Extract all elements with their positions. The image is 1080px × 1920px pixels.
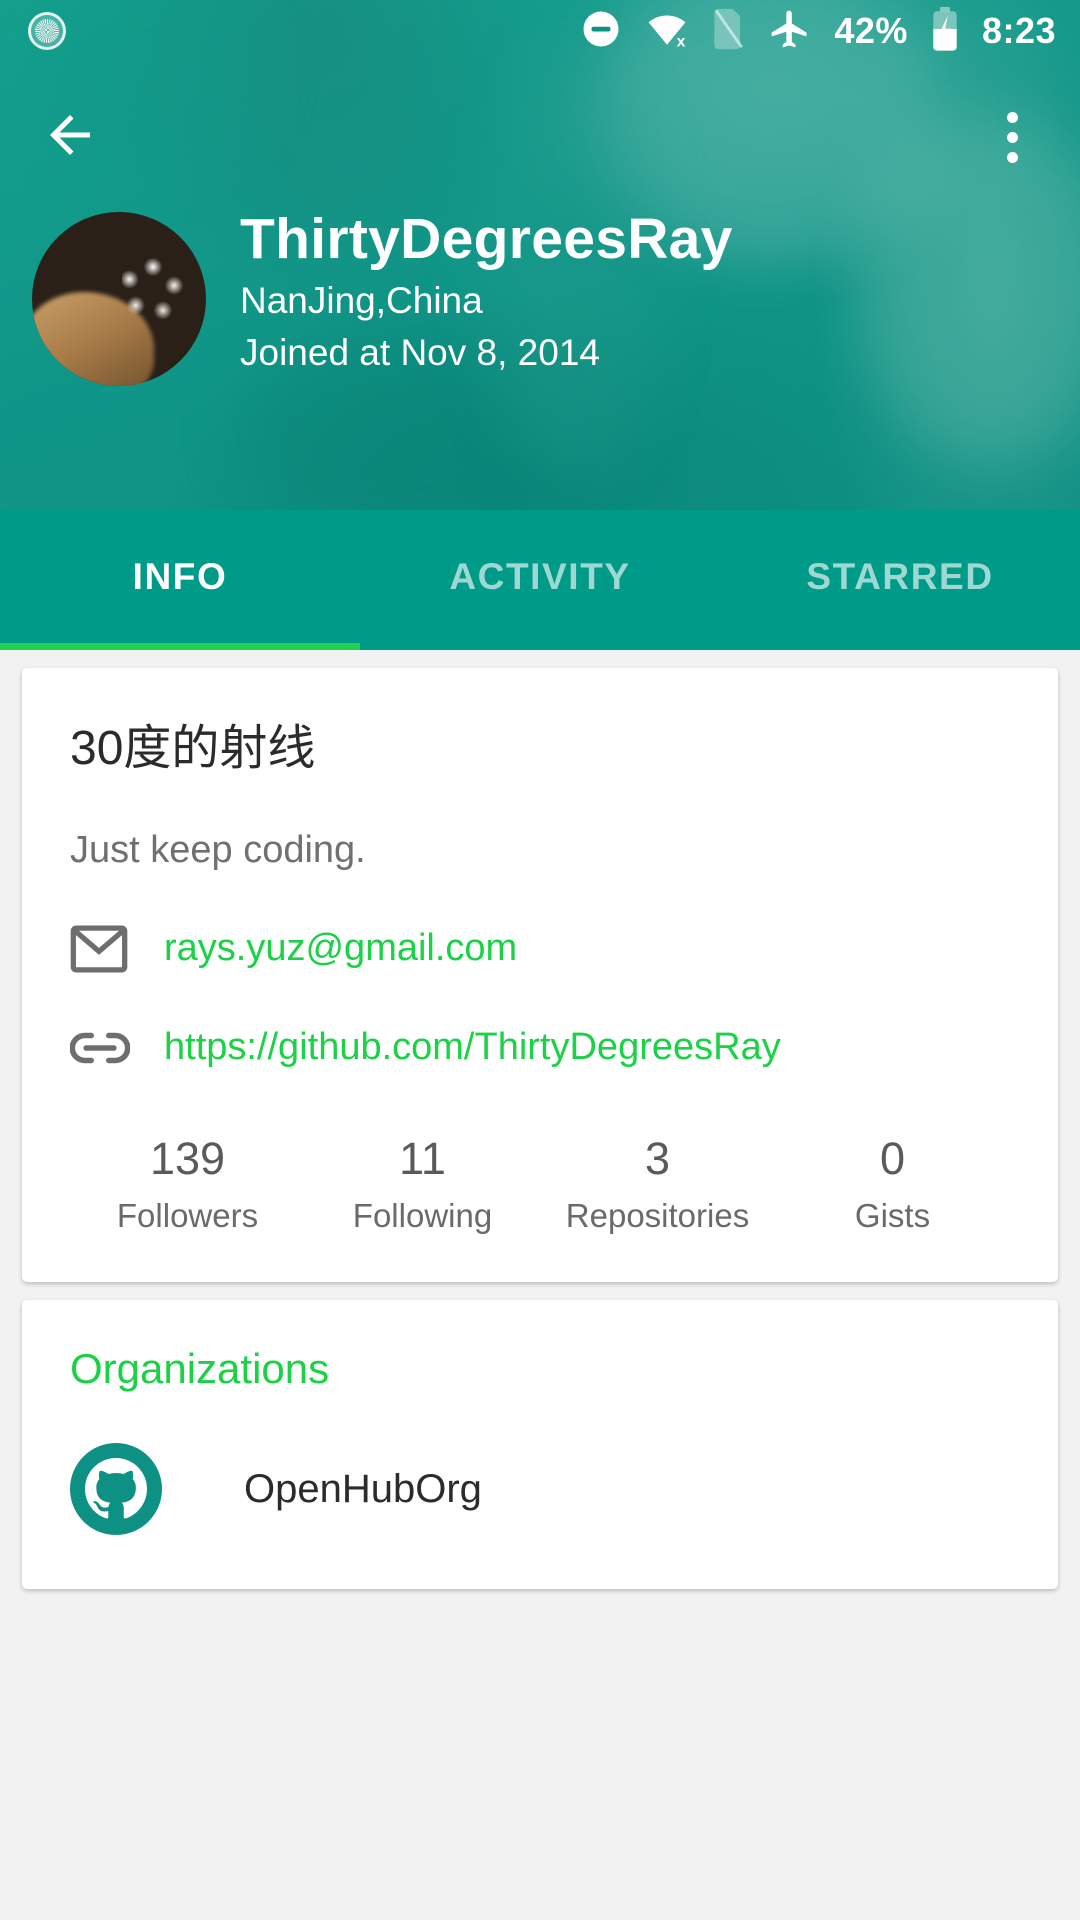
tab-info[interactable]: INFO xyxy=(0,510,360,650)
tab-starred[interactable]: STARRED xyxy=(720,510,1080,650)
stat-repositories-label: Repositories xyxy=(565,1196,750,1234)
overflow-menu-icon xyxy=(1006,131,1018,143)
avatar[interactable] xyxy=(32,212,206,386)
link-icon xyxy=(70,1030,142,1066)
stat-gists-value: 0 xyxy=(879,1132,906,1184)
overflow-menu-icon xyxy=(1006,151,1018,163)
battery-charging-icon xyxy=(930,6,960,57)
do-not-disturb-icon xyxy=(580,8,622,55)
stat-followers-value: 139 xyxy=(149,1132,226,1184)
status-bar-left xyxy=(0,12,66,50)
profile-location: NanJing,China xyxy=(240,279,483,321)
circular-notification-icon xyxy=(28,12,66,50)
mail-icon xyxy=(70,925,142,973)
overflow-menu-icon xyxy=(1006,111,1018,123)
tab-activity-label: ACTIVITY xyxy=(449,556,631,597)
stat-gists-label: Gists xyxy=(854,1196,931,1234)
status-bar-clock: 8:23 xyxy=(981,10,1056,51)
status-bar: x 42% 8:23 xyxy=(0,0,1080,62)
email-row[interactable]: rays.yuz@gmail.com xyxy=(70,925,1010,973)
airplane-mode-icon xyxy=(768,7,812,56)
app-bar xyxy=(0,62,1080,212)
tab-activity[interactable]: ACTIVITY xyxy=(360,510,720,650)
tab-starred-label: STARRED xyxy=(806,556,994,597)
profile-username: ThirtyDegreesRay xyxy=(240,207,733,271)
organization-name: OpenHubOrg xyxy=(244,1466,482,1511)
stat-followers-label: Followers xyxy=(116,1196,259,1234)
overflow-menu-button[interactable] xyxy=(966,91,1058,183)
stat-repositories-value: 3 xyxy=(644,1132,671,1184)
user-info-card: 30度的射线 Just keep coding. rays.yuz@gmail.… xyxy=(22,668,1058,1283)
stat-followers[interactable]: 139 Followers xyxy=(70,1133,305,1235)
stat-following[interactable]: 11 Following xyxy=(305,1133,540,1235)
profile-text-block: ThirtyDegreesRay NanJing,China Joined at… xyxy=(240,207,733,377)
blog-url-value: https://github.com/ThirtyDegreesRay xyxy=(164,1026,781,1069)
avatar-photo-detail xyxy=(122,257,185,320)
tab-bar: INFO ACTIVITY STARRED xyxy=(0,510,1080,650)
tab-content-info: 30度的射线 Just keep coding. rays.yuz@gmail.… xyxy=(0,650,1080,1589)
status-bar-right: x 42% 8:23 xyxy=(580,6,1080,57)
github-octocat-icon xyxy=(70,1442,162,1535)
back-button[interactable] xyxy=(24,91,116,183)
stat-repositories[interactable]: 3 Repositories xyxy=(540,1133,775,1235)
user-bio: Just keep coding. xyxy=(70,828,366,871)
organizations-card: Organizations OpenHubOrg xyxy=(22,1300,1058,1589)
svg-text:x: x xyxy=(677,33,686,50)
organizations-title: Organizations xyxy=(70,1345,330,1393)
profile-joined-date: Joined at Nov 8, 2014 xyxy=(240,332,600,374)
stat-gists[interactable]: 0 Gists xyxy=(775,1133,1010,1235)
app-root: x 42% 8:23 ThirtyDegreesRay NanJing,Chin… xyxy=(0,0,1080,1920)
stat-following-label: Following xyxy=(352,1196,493,1234)
organization-list-item[interactable]: OpenHubOrg xyxy=(70,1442,1010,1535)
user-stats-row: 139 Followers 11 Following 3 Repositorie… xyxy=(70,1133,1010,1249)
email-value: rays.yuz@gmail.com xyxy=(164,927,518,970)
profile-summary: ThirtyDegreesRay NanJing,China Joined at… xyxy=(0,200,1080,510)
sim-card-off-icon xyxy=(712,7,746,56)
back-arrow-icon xyxy=(40,105,100,170)
tab-info-label: INFO xyxy=(132,556,228,597)
blog-link-row[interactable]: https://github.com/ThirtyDegreesRay xyxy=(70,1025,1010,1071)
battery-percent-label: 42% xyxy=(834,10,908,51)
stat-following-value: 11 xyxy=(399,1132,446,1184)
user-display-name: 30度的射线 xyxy=(70,722,316,775)
wifi-off-icon: x xyxy=(644,8,690,55)
